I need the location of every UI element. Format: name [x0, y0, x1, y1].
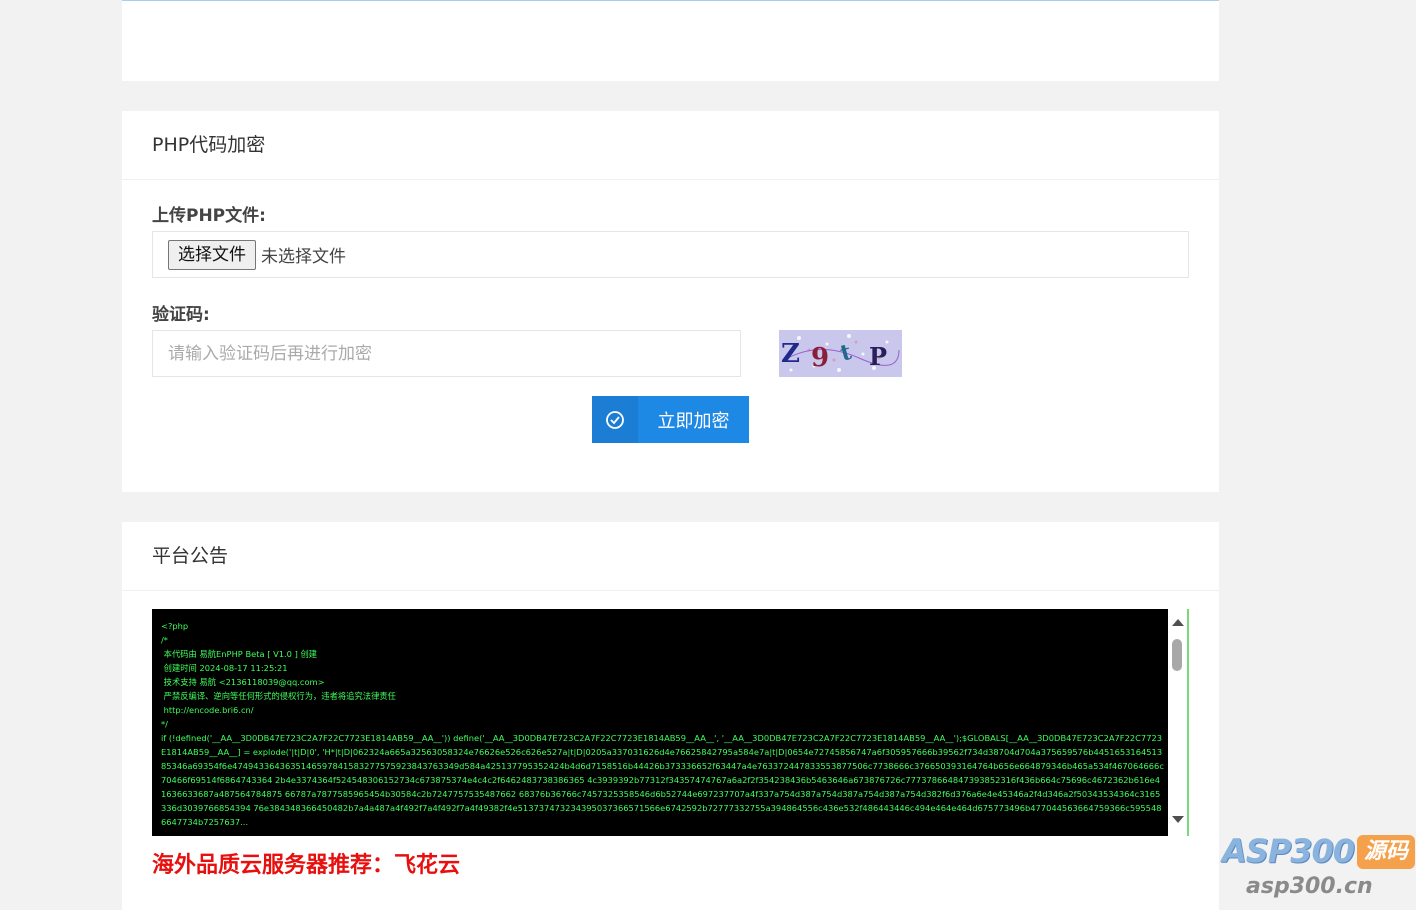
- code-text: <?php /* 本代码由 易航EnPHP Beta [ V1.0 ] 创建 创…: [161, 621, 1164, 827]
- watermark-logo: ASP300 源码 asp300.cn: [1222, 832, 1416, 908]
- upload-label: 上传PHP文件:: [152, 206, 266, 226]
- encrypt-card-title: PHP代码加密: [122, 111, 1219, 180]
- code-preview[interactable]: <?php /* 本代码由 易航EnPHP Beta [ V1.0 ] 创建 创…: [152, 609, 1189, 836]
- file-status-text: 未选择文件: [261, 247, 346, 267]
- promo-link[interactable]: 海外品质云服务器推荐：飞花云: [152, 847, 460, 879]
- notice-card: 平台公告 <?php /* 本代码由 易航EnPHP Beta [ V1.0 ]…: [122, 522, 1219, 910]
- file-upload-field: 选择文件 未选择文件: [152, 231, 1189, 278]
- captcha-char: 9: [811, 343, 829, 373]
- captcha-char: Z: [781, 339, 800, 369]
- scroll-down-arrow-icon[interactable]: [1172, 816, 1184, 823]
- top-card: [122, 0, 1219, 81]
- encrypt-card: PHP代码加密 上传PHP文件: 选择文件 未选择文件 验证码: Z 9 t P: [122, 111, 1219, 492]
- captcha-label: 验证码:: [152, 305, 210, 325]
- captcha-char: P: [869, 342, 887, 371]
- watermark-sub: asp300.cn: [1246, 874, 1373, 899]
- captcha-input[interactable]: [152, 330, 741, 377]
- watermark-badge: 源码: [1357, 835, 1415, 869]
- watermark-main: ASP300: [1222, 832, 1355, 870]
- captcha-image[interactable]: Z 9 t P: [779, 330, 902, 377]
- scroll-thumb[interactable]: [1172, 639, 1182, 671]
- code-scrollbar[interactable]: [1168, 609, 1187, 836]
- scroll-up-arrow-icon[interactable]: [1172, 619, 1184, 626]
- choose-file-button[interactable]: 选择文件: [168, 239, 256, 270]
- encrypt-submit-label: 立即加密: [657, 410, 730, 432]
- check-circle-icon: [592, 396, 638, 443]
- encrypt-submit-button[interactable]: 立即加密: [592, 396, 749, 443]
- notice-card-title: 平台公告: [122, 522, 1219, 591]
